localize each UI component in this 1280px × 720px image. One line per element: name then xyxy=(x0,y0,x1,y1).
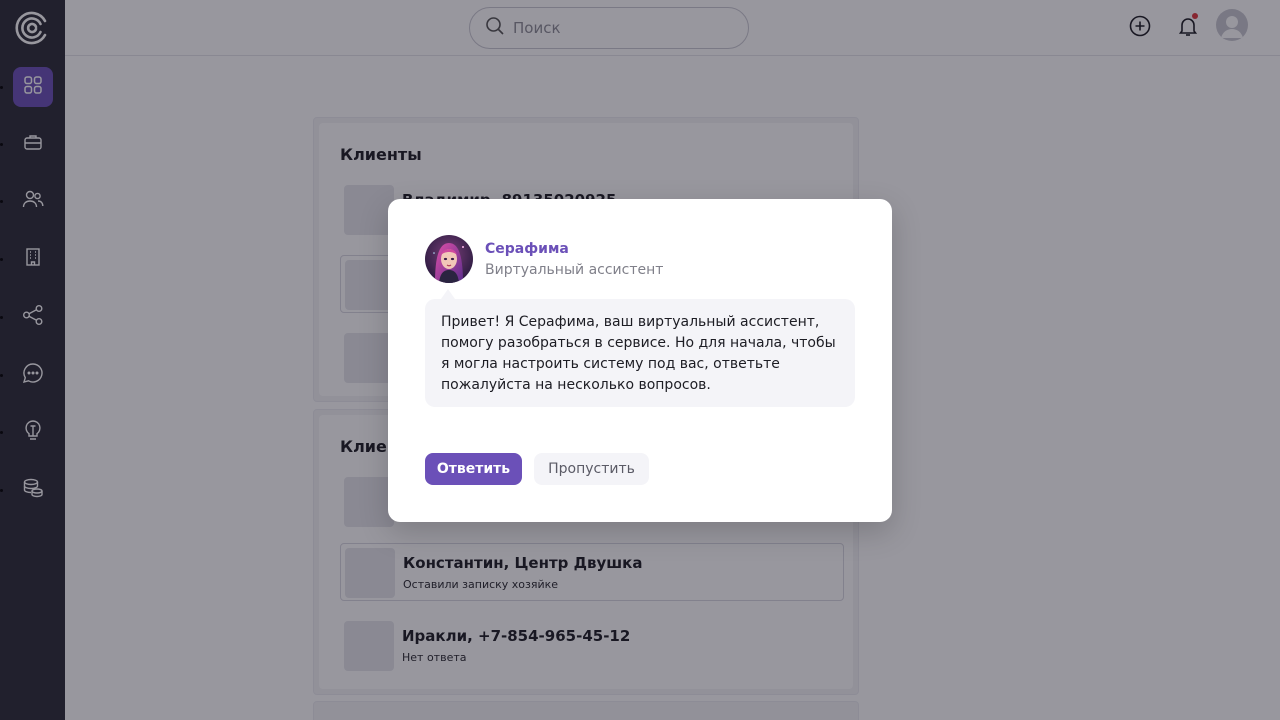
assistant-role: Виртуальный ассистент xyxy=(485,262,664,278)
bubble-tail xyxy=(441,289,455,299)
assistant-dialog: Серафима Виртуальный ассистент Привет! Я… xyxy=(388,199,892,522)
assistant-message: Привет! Я Серафима, ваш виртуальный асси… xyxy=(425,299,855,407)
assistant-avatar xyxy=(425,235,473,283)
skip-button[interactable]: Пропустить xyxy=(534,453,649,485)
assistant-name: Серафима xyxy=(485,241,569,257)
answer-button[interactable]: Ответить xyxy=(425,453,522,485)
